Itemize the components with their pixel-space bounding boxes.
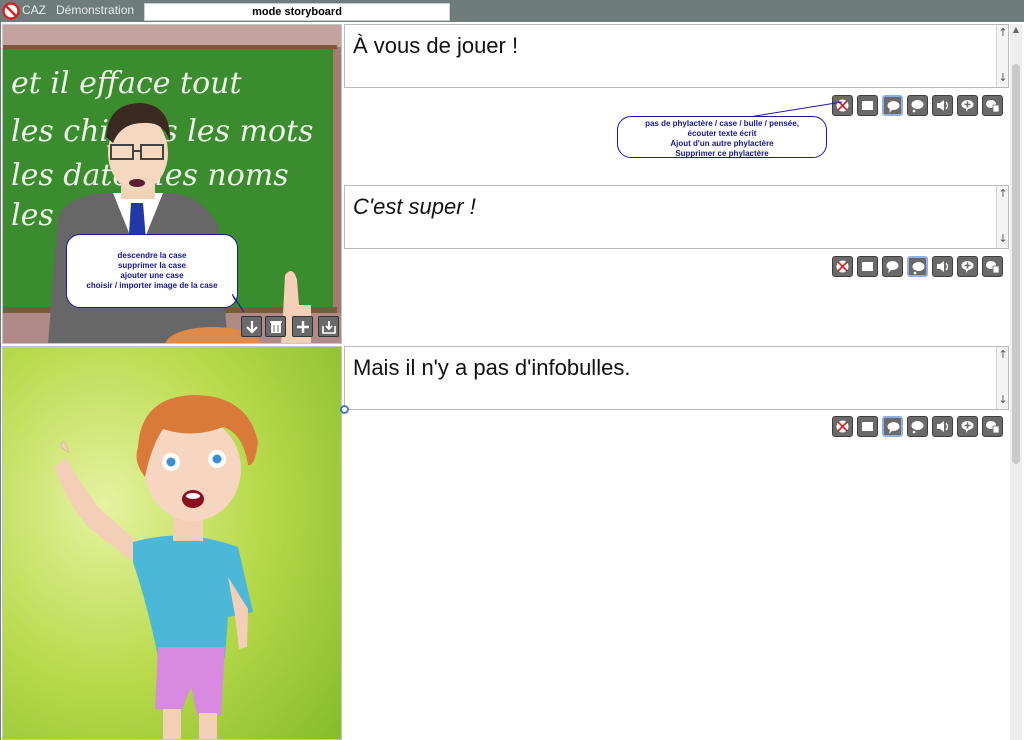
speech-bubble-button[interactable] bbox=[882, 256, 903, 277]
box-icon bbox=[862, 262, 873, 271]
arrow-down-icon[interactable]: ↓ bbox=[998, 72, 1008, 84]
blackboard-line-1: et il efface tout bbox=[11, 66, 242, 101]
panel-image-tooltip: descendre la case supprimer la case ajou… bbox=[66, 234, 238, 308]
add-bubble-icon bbox=[961, 100, 974, 112]
tooltip-line: écouter texte écrit bbox=[687, 129, 757, 138]
thought-bubble-icon bbox=[912, 262, 925, 275]
no-bubble-icon bbox=[836, 260, 849, 273]
bubble-toolbar-3 bbox=[832, 416, 1008, 438]
mode-indicator[interactable]: mode storyboard bbox=[144, 3, 450, 21]
thought-bubble-button[interactable] bbox=[907, 95, 928, 116]
speaker-button[interactable] bbox=[932, 416, 953, 437]
add-bubble-button[interactable] bbox=[957, 256, 978, 277]
add-bubble-button[interactable] bbox=[957, 95, 978, 116]
delete-bubble-icon bbox=[986, 100, 1000, 113]
add-bubble-button[interactable] bbox=[957, 416, 978, 437]
resize-handle[interactable] bbox=[340, 405, 349, 414]
arrow-down-icon[interactable]: ↓ bbox=[998, 233, 1008, 245]
arrow-down-icon bbox=[246, 321, 258, 334]
tooltip-line: Ajout d'un autre phylactère bbox=[670, 139, 774, 148]
app-window: CAZ Démonstration mode storyboard et il … bbox=[0, 0, 1024, 740]
speech-bubble-icon bbox=[887, 422, 900, 434]
box-icon bbox=[862, 101, 873, 110]
tooltip-line: ajouter une case bbox=[120, 271, 184, 280]
text-frame-1[interactable]: À vous de jouer ! ↑ ↓ bbox=[344, 24, 1009, 88]
arrow-down-icon[interactable]: ↓ bbox=[998, 394, 1008, 406]
speech-bubble-icon bbox=[886, 261, 899, 273]
arrow-up-icon[interactable]: ↑ bbox=[998, 188, 1008, 200]
tooltip-line: choisir / importer image de la case bbox=[86, 281, 218, 290]
no-bubble-button[interactable] bbox=[832, 416, 853, 437]
no-bubble-button[interactable] bbox=[832, 256, 853, 277]
speech-bubble-button[interactable] bbox=[882, 416, 903, 437]
thought-bubble-button[interactable] bbox=[907, 416, 928, 437]
move-down-panel-button[interactable] bbox=[241, 316, 262, 337]
add-bubble-icon bbox=[961, 421, 974, 433]
delete-panel-button[interactable] bbox=[265, 316, 286, 337]
delete-bubble-icon bbox=[986, 261, 1000, 274]
speech-bubble-button[interactable] bbox=[882, 95, 903, 116]
speaker-button[interactable] bbox=[932, 256, 953, 277]
plus-icon bbox=[297, 321, 309, 333]
tooltip-line: pas de phylactère / case / bulle / pensé… bbox=[645, 119, 799, 128]
add-bubble-icon bbox=[961, 261, 974, 273]
scrollbar-thumb[interactable] bbox=[1012, 64, 1020, 464]
no-bubble-icon bbox=[836, 420, 849, 433]
tooltip-line: Supprimer ce phylactère bbox=[675, 149, 769, 158]
thought-bubble-icon bbox=[911, 421, 924, 434]
frame-arrows: ↑ ↓ bbox=[996, 25, 1008, 87]
vertical-scrollbar[interactable] bbox=[1010, 24, 1022, 740]
bubble-toolbar-1 bbox=[832, 95, 1008, 117]
tooltip-tail bbox=[232, 294, 245, 313]
panel-2-image[interactable] bbox=[2, 346, 342, 740]
thought-bubble-button[interactable] bbox=[907, 256, 928, 277]
arrow-up-icon[interactable]: ↑ bbox=[998, 27, 1008, 39]
tooltip-line: supprimer la case bbox=[117, 261, 187, 270]
frame-text[interactable]: Mais il n'y a pas d'infobulles. bbox=[353, 355, 630, 381]
speaker-icon bbox=[937, 421, 949, 432]
box-button[interactable] bbox=[857, 256, 878, 277]
import-icon bbox=[322, 321, 336, 334]
delete-bubble-button[interactable] bbox=[982, 95, 1003, 116]
delete-bubble-button[interactable] bbox=[982, 256, 1003, 277]
speech-bubble-icon bbox=[887, 101, 900, 113]
scroll-up-icon[interactable]: ▲ bbox=[1011, 25, 1021, 35]
box-button[interactable] bbox=[857, 95, 878, 116]
frame-text[interactable]: À vous de jouer ! bbox=[353, 33, 518, 59]
speaker-button[interactable] bbox=[932, 95, 953, 116]
tooltip-line: descendre la case bbox=[117, 251, 187, 260]
frame-arrows: ↑ ↓ bbox=[996, 347, 1008, 409]
top-bar: CAZ Démonstration mode storyboard bbox=[0, 0, 1024, 22]
delete-bubble-icon bbox=[986, 421, 1000, 434]
trash-icon bbox=[270, 321, 282, 333]
speaker-icon bbox=[937, 261, 949, 272]
no-entry-logo-icon[interactable] bbox=[2, 2, 20, 20]
add-panel-button[interactable] bbox=[292, 316, 313, 337]
frame-arrows: ↑ ↓ bbox=[996, 186, 1008, 248]
frame-text[interactable]: C'est super ! bbox=[353, 194, 476, 220]
box-icon bbox=[862, 422, 873, 431]
bubble-toolbar-2 bbox=[832, 256, 1008, 278]
app-name[interactable]: CAZ bbox=[22, 3, 46, 17]
thought-bubble-icon bbox=[911, 100, 924, 113]
import-image-button[interactable] bbox=[318, 316, 339, 337]
text-frame-3[interactable]: Mais il n'y a pas d'infobulles. ↑ ↓ bbox=[344, 346, 1009, 410]
toolbar-tooltip: pas de phylactère / case / bulle / pensé… bbox=[617, 116, 827, 158]
speaker-icon bbox=[937, 100, 949, 111]
boy-scene bbox=[3, 347, 341, 739]
arrow-up-icon[interactable]: ↑ bbox=[998, 349, 1008, 361]
text-frame-2[interactable]: C'est super ! ↑ ↓ bbox=[344, 185, 1009, 249]
delete-bubble-button[interactable] bbox=[982, 416, 1003, 437]
box-button[interactable] bbox=[857, 416, 878, 437]
demo-link[interactable]: Démonstration bbox=[56, 3, 134, 17]
